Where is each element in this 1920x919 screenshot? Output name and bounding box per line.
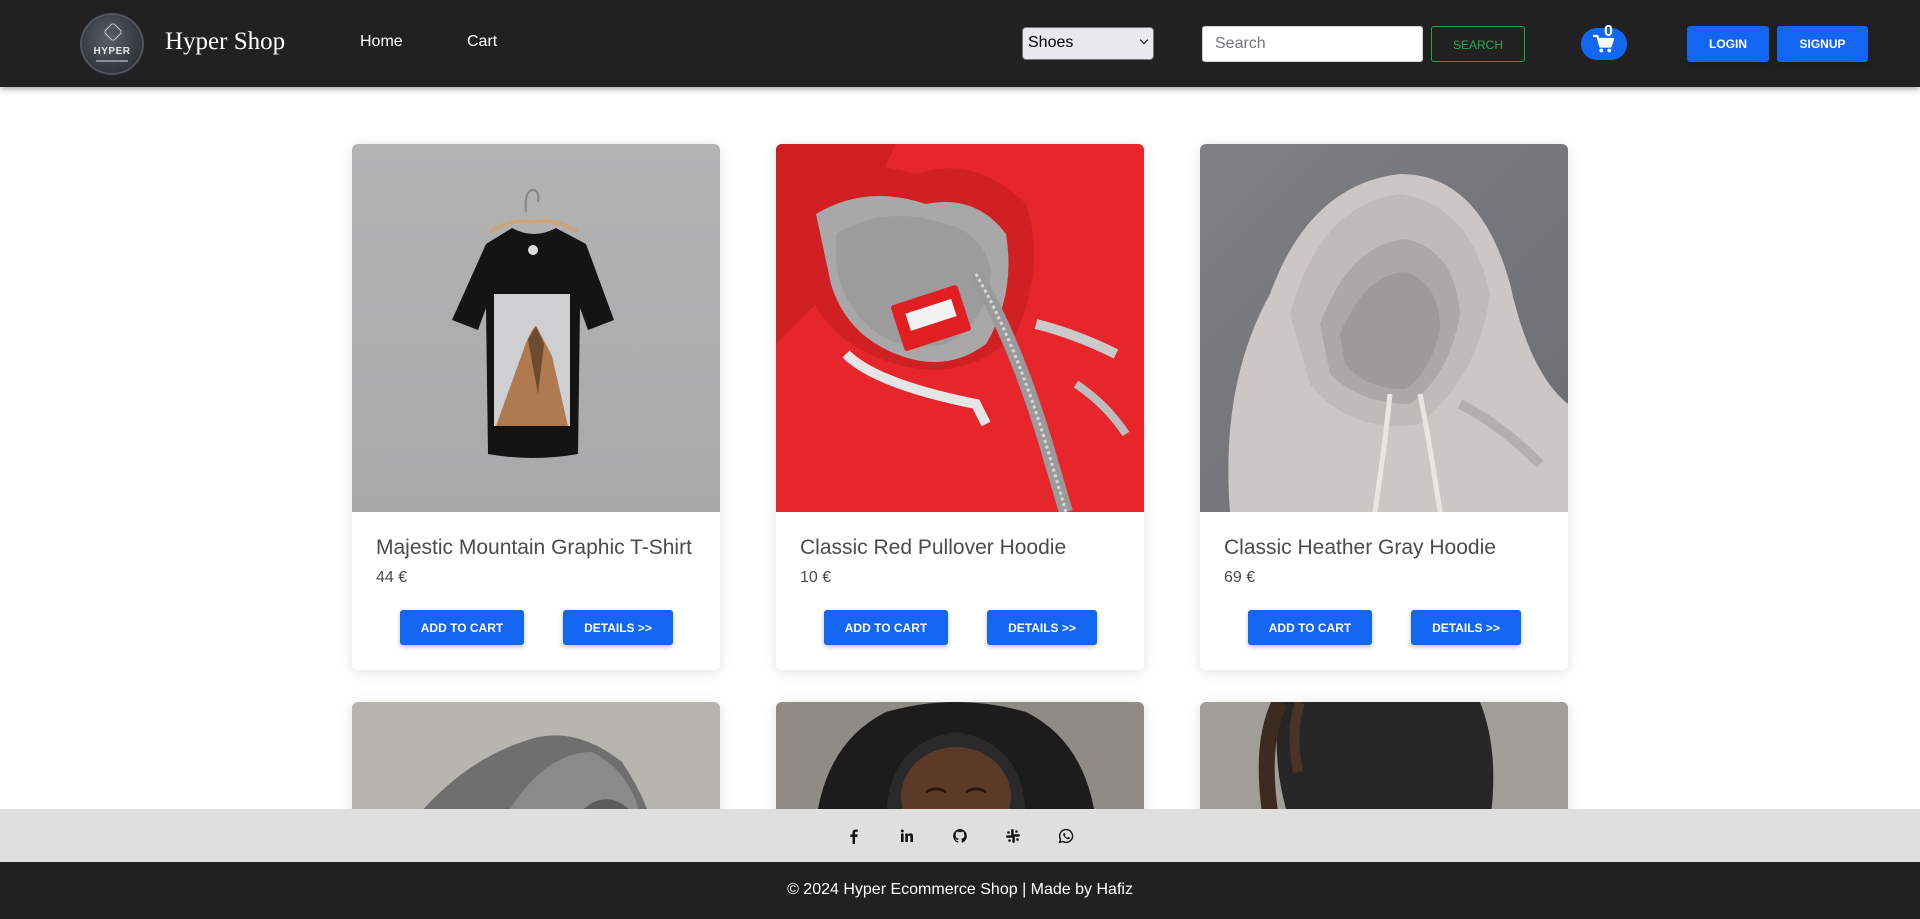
product-title: Classic Heather Gray Hoodie [1224, 536, 1496, 559]
footer: © 2024 Hyper Ecommerce Shop | Made by Ha… [0, 862, 1920, 919]
category-select-value: Shoes [1028, 34, 1074, 51]
product-card: Classic Red Pullover Hoodie 10 € ADD TO … [776, 144, 1144, 670]
product-card: Majestic Mountain Graphic T-Shirt 44 € A… [352, 144, 720, 670]
product-card: Classic Heather Gray Hoodie 69 € ADD TO … [1200, 144, 1568, 670]
logo-text: HYPER [93, 46, 131, 57]
category-select[interactable]: Shoes [1022, 27, 1154, 60]
search-input[interactable]: Search [1202, 26, 1423, 62]
product-image[interactable] [352, 702, 720, 822]
product-image[interactable] [352, 144, 720, 512]
product-price: 10 € [800, 569, 832, 586]
social-links-bar [0, 809, 1920, 862]
product-image[interactable] [776, 144, 1144, 512]
navbar: HYPER Hyper Shop Home Cart Shoes Search … [0, 0, 1920, 87]
search-button[interactable]: SEARCH [1431, 26, 1525, 62]
details-button[interactable]: DETAILS >> [987, 610, 1097, 645]
nav-home-link[interactable]: Home [360, 33, 403, 51]
product-title: Majestic Mountain Graphic T-Shirt [376, 536, 692, 559]
nav-cart-link[interactable]: Cart [467, 33, 497, 51]
cart-count-badge: 0 [1604, 23, 1613, 40]
product-card [1200, 702, 1568, 822]
logo-emblem-icon [103, 22, 123, 42]
tshirt-image [452, 188, 614, 458]
product-card [776, 702, 1144, 822]
gray-hoodie-image [1228, 174, 1568, 512]
product-card [352, 702, 720, 822]
product-image[interactable] [1200, 702, 1568, 822]
footer-copyright: © 2024 Hyper Ecommerce Shop | Made by Ha… [787, 881, 1133, 898]
product-image[interactable] [1200, 144, 1568, 512]
login-button[interactable]: LOGIN [1687, 26, 1769, 62]
slack-icon[interactable] [1005, 828, 1021, 844]
whatsapp-icon[interactable] [1058, 828, 1074, 844]
add-to-cart-button[interactable]: ADD TO CART [1248, 610, 1372, 645]
product-price: 69 € [1224, 569, 1256, 586]
brand-name[interactable]: Hyper Shop [165, 28, 285, 56]
chevron-down-icon [1139, 35, 1149, 45]
black-hoodie-model-image [816, 702, 1096, 822]
add-to-cart-button[interactable]: ADD TO CART [824, 610, 948, 645]
brand-logo[interactable]: HYPER [80, 13, 144, 75]
logo-underline [96, 60, 128, 62]
product-title: Classic Red Pullover Hoodie [800, 536, 1067, 559]
details-button[interactable]: DETAILS >> [1411, 610, 1521, 645]
details-button[interactable]: DETAILS >> [563, 610, 673, 645]
product-image[interactable] [776, 702, 1144, 822]
add-to-cart-button[interactable]: ADD TO CART [400, 610, 524, 645]
github-icon[interactable] [952, 828, 968, 844]
red-hoodie-image [776, 144, 1144, 512]
gray-hoodie-model-image [412, 735, 652, 822]
linkedin-icon[interactable] [899, 828, 915, 844]
facebook-icon[interactable] [846, 828, 862, 844]
black-sweatshirt-model-image [1258, 702, 1494, 822]
product-price: 44 € [376, 569, 408, 586]
signup-button[interactable]: SIGNUP [1777, 26, 1868, 62]
